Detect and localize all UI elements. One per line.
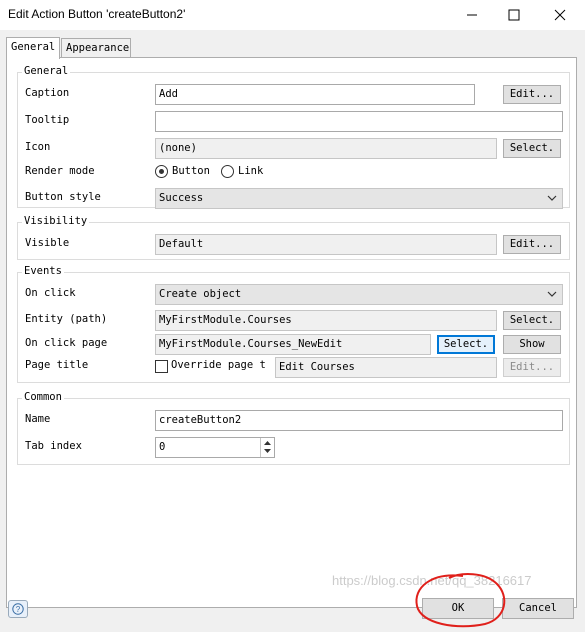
on-click-value: Create object	[159, 288, 242, 300]
render-mode-link-label: Link	[238, 165, 264, 177]
icon-field: (none)	[155, 138, 497, 159]
visibility-group: Visibility Visible Default Edit...	[17, 215, 570, 260]
tab-general[interactable]: General	[6, 37, 60, 59]
on-click-dropdown[interactable]: Create object	[155, 284, 563, 305]
tooltip-input[interactable]	[155, 111, 563, 132]
help-button[interactable]: ?	[8, 600, 28, 618]
caption-edit-button[interactable]: Edit...	[503, 85, 561, 104]
page-title-edit-button[interactable]: Edit...	[503, 358, 561, 377]
events-group-title: Events	[22, 265, 64, 277]
icon-label: Icon	[25, 141, 51, 153]
general-group-title: General	[22, 65, 71, 77]
tab-index-label: Tab index	[25, 440, 82, 452]
minimize-button[interactable]	[452, 0, 492, 30]
tab-index-input[interactable]: 0	[155, 437, 275, 458]
icon-select-button[interactable]: Select.	[503, 139, 561, 158]
render-mode-button-radio[interactable]	[155, 165, 168, 178]
button-style-dropdown[interactable]: Success	[155, 188, 563, 209]
tab-appearance[interactable]: Appearance	[61, 38, 131, 58]
on-click-page-select-button[interactable]: Select.	[437, 335, 495, 354]
general-group: General Caption Add Edit... Tooltip Icon…	[17, 65, 570, 209]
caption-label: Caption	[25, 87, 70, 99]
tab-panel-general: General Caption Add Edit... Tooltip Icon…	[6, 57, 577, 608]
page-title-label: Page title	[25, 359, 89, 371]
minimize-icon	[467, 14, 477, 16]
svg-text:?: ?	[16, 605, 21, 614]
tab-index-value: 0	[159, 441, 166, 453]
visible-field: Default	[155, 234, 497, 255]
maximize-button[interactable]	[494, 0, 534, 30]
override-page-title-checkbox[interactable]	[155, 360, 168, 373]
title-bar: Edit Action Button 'createButton2'	[0, 0, 585, 30]
entity-select-button[interactable]: Select.	[503, 311, 561, 330]
annotation-circle	[415, 573, 506, 628]
render-mode-link-radio[interactable]	[221, 165, 234, 178]
render-mode-button-label: Button	[172, 165, 210, 177]
tooltip-label: Tooltip	[25, 114, 70, 126]
entity-label: Entity (path)	[25, 313, 108, 325]
chevron-down-icon	[547, 291, 557, 297]
spinner-arrows-icon	[264, 441, 271, 453]
maximize-icon	[508, 9, 520, 21]
button-style-value: Success	[159, 192, 204, 204]
name-label: Name	[25, 413, 51, 425]
page-title-field: Edit Courses	[275, 357, 497, 378]
button-style-label: Button style	[25, 191, 101, 203]
override-page-title-label: Override page t	[171, 359, 266, 371]
help-icon: ?	[12, 603, 24, 615]
window-title: Edit Action Button 'createButton2'	[8, 7, 186, 21]
close-icon	[554, 9, 566, 21]
on-click-label: On click	[25, 287, 76, 299]
visible-label: Visible	[25, 237, 70, 249]
events-group: Events On click Create object Entity (pa…	[17, 265, 570, 383]
on-click-page-show-button[interactable]: Show	[503, 335, 561, 354]
dialog-body: General Appearance General Caption Add E…	[0, 30, 585, 632]
on-click-page-field: MyFirstModule.Courses_NewEdit	[155, 334, 431, 355]
common-group-title: Common	[22, 391, 64, 403]
on-click-page-label: On click page	[25, 337, 108, 349]
caption-input[interactable]: Add	[155, 84, 475, 105]
name-input[interactable]: createButton2	[155, 410, 563, 431]
render-mode-label: Render mode	[25, 165, 95, 177]
visible-edit-button[interactable]: Edit...	[503, 235, 561, 254]
visibility-group-title: Visibility	[22, 215, 90, 227]
close-button[interactable]	[540, 0, 580, 30]
tab-index-spinner[interactable]	[260, 438, 274, 457]
chevron-down-icon	[547, 195, 557, 201]
entity-field: MyFirstModule.Courses	[155, 310, 497, 331]
common-group: Common Name createButton2 Tab index 0	[17, 391, 570, 465]
